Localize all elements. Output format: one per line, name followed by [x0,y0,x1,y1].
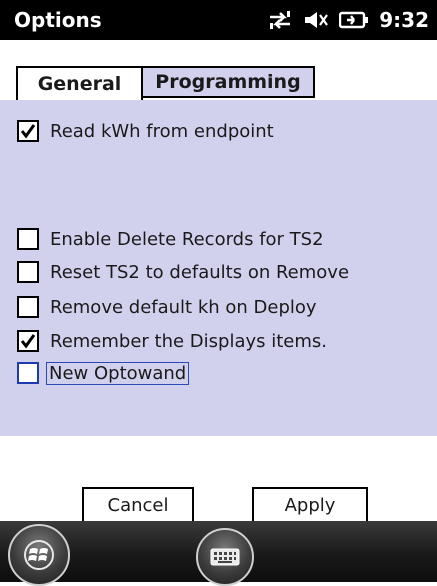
checkbox-label: Remove default kh on Deploy [50,296,317,318]
checkbox-box[interactable] [17,362,39,384]
checkbox-box[interactable] [17,296,39,318]
checkbox-read-kwh[interactable]: Read kWh from endpoint [17,119,274,143]
checkbox-enable-delete-records[interactable]: Enable Delete Records for TS2 [17,227,324,251]
battery-charging-icon[interactable] [339,9,369,31]
checkbox-box[interactable] [17,120,39,142]
checkbox-label: New Optowand [46,361,190,385]
connectivity-arrows-icon[interactable] [267,9,293,31]
tab-programming[interactable]: Programming [141,66,315,98]
checkbox-reset-ts2[interactable]: Reset TS2 to defaults on Remove [17,260,349,284]
tab-strip: General Programming [16,66,315,100]
checkbox-new-optowand[interactable]: New Optowand [17,361,190,385]
checkbox-label: Remember the Displays items. [50,330,328,352]
windows-start-icon[interactable] [8,524,70,586]
checkmark-icon [20,334,36,349]
tab-general[interactable]: General [16,66,143,100]
checkbox-remember-displays[interactable]: Remember the Displays items. [17,329,327,353]
checkbox-box[interactable] [17,330,39,352]
keyboard-icon[interactable] [196,528,254,586]
checkbox-label: Read kWh from endpoint [50,120,274,142]
programming-panel: Read kWh from endpoint Enable Delete Rec… [0,100,437,436]
window-title: Options [14,8,102,32]
speaker-muted-icon[interactable] [303,9,329,31]
checkmark-icon [20,124,36,139]
status-bar: Options 9:32 [0,0,437,40]
checkbox-label: Reset TS2 to defaults on Remove [50,261,350,283]
checkbox-box[interactable] [17,261,39,283]
checkbox-remove-default-kh[interactable]: Remove default kh on Deploy [17,295,317,319]
checkbox-label: Enable Delete Records for TS2 [50,228,324,250]
status-icons: 9:32 [267,5,429,35]
apply-button[interactable]: Apply [252,487,368,523]
cancel-button[interactable]: Cancel [82,487,194,523]
checkbox-box[interactable] [17,228,39,250]
clock[interactable]: 9:32 [379,8,429,32]
